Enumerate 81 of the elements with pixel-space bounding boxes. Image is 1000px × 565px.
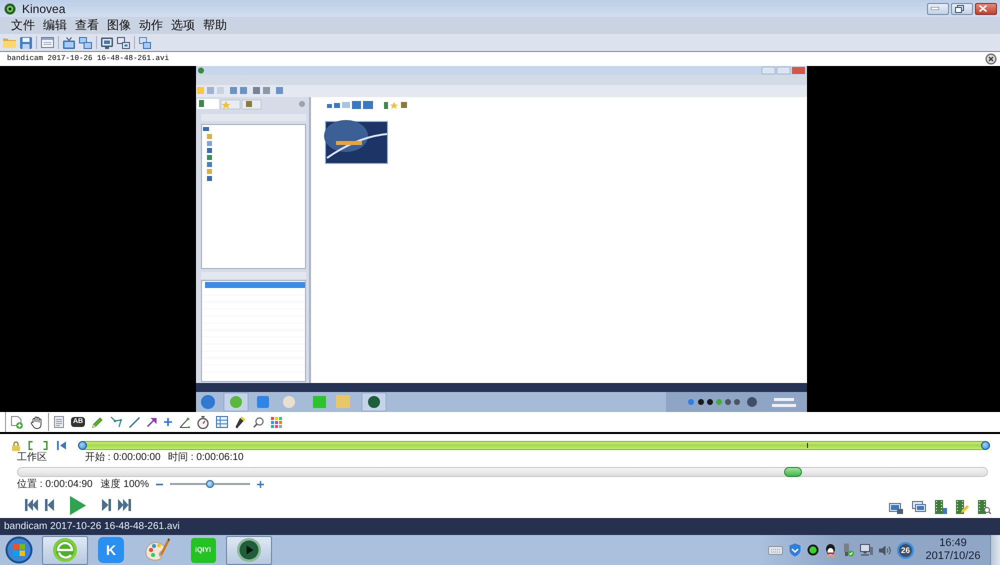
position-slider[interactable] [17,466,988,476]
minimize-button[interactable] [927,2,949,14]
hand-icon[interactable] [30,416,43,428]
arrow-icon[interactable] [147,417,158,427]
film-magnifier-icon[interactable] [978,500,991,514]
lock-icon[interactable] [12,440,20,450]
speed-label: 速度 100% [100,478,149,490]
restore-button[interactable] [951,2,973,14]
network-icon[interactable] [860,544,873,556]
minimize-icon [931,7,939,10]
color-grid-icon[interactable] [271,416,282,428]
menu-item[interactable]: 查看 [71,18,103,33]
pencil-icon[interactable] [92,416,104,428]
plus-icon[interactable] [256,480,264,488]
menu-item[interactable]: 文件 [7,18,39,33]
volume-icon[interactable] [879,544,891,556]
penguin-icon[interactable] [825,544,836,556]
two-screens-picture-icon[interactable] [117,36,130,48]
usb-device-icon[interactable] [842,543,854,557]
skip-last-icon[interactable] [118,499,131,511]
duration-time: 时间 : 0:00:06:10 [168,452,244,463]
angle-icon[interactable] [179,416,190,428]
skip-first-icon[interactable] [25,499,38,511]
start-button[interactable] [5,536,33,564]
step-back-icon[interactable] [45,499,54,511]
pictures-save-icon[interactable] [912,500,926,514]
film-pencil-icon[interactable] [956,500,969,514]
film-save-icon[interactable] [935,500,947,514]
start-handle[interactable] [78,441,87,450]
screen-picture-icon[interactable] [101,36,113,48]
ring-dot-icon[interactable] [807,544,819,556]
grid-icon[interactable] [216,416,228,428]
end-bracket-icon[interactable] [43,441,48,450]
window-icon[interactable] [41,37,54,48]
minus-icon[interactable] [156,482,163,486]
taskbar-button[interactable] [226,536,272,564]
end-handle[interactable] [981,441,990,450]
step-forward-icon[interactable] [102,499,111,511]
working-zone-label: 工作区 [17,452,47,463]
menu-item[interactable]: 选项 [167,18,199,33]
speed-thumb[interactable] [206,480,214,488]
window-title: Kinovea [22,2,66,16]
menu-item[interactable]: 动作 [135,18,167,33]
stopwatch-icon[interactable] [197,416,210,428]
two-screens-icon[interactable] [79,36,92,48]
close-icon[interactable] [985,53,997,65]
stacked-screens-icon[interactable] [139,36,151,48]
restore-icon [954,4,964,12]
menu-item[interactable]: 图像 [103,18,135,33]
tv-icon[interactable] [63,36,75,48]
palette-icon [143,537,171,563]
play-icon[interactable] [70,496,86,514]
start-bracket-icon[interactable] [28,441,33,450]
start-time: 开始 : 0:00:00:00 [85,452,161,463]
play-circle-icon [236,537,262,563]
letter-logo: K [98,537,124,563]
menu-item[interactable]: 编辑 [39,18,71,33]
save-icon[interactable] [20,36,32,48]
position-thumb[interactable] [784,466,802,476]
position-marker [807,443,808,448]
shield-icon[interactable] [789,543,801,557]
flashlight-icon[interactable] [235,416,246,428]
page-plus-icon[interactable] [11,416,23,428]
show-desktop-button[interactable] [990,535,1000,565]
clock-date: 2017/10/26 [925,550,981,563]
status-text: bandicam 2017-10-26 16-48-48-261.avi [4,521,180,532]
close-icon [979,5,987,12]
menu-item[interactable]: 帮助 [199,18,231,33]
app-icon [4,2,16,14]
browser-icon [52,537,78,563]
line-icon[interactable] [129,416,140,428]
close-button[interactable] [975,2,997,14]
cross-icon[interactable] [164,418,172,426]
search-icon[interactable] [253,416,264,428]
position-time: 位置 : 0:00:04:90 [17,478,93,490]
skip-start-icon[interactable] [57,441,66,450]
clock-time: 16:49 [939,537,967,550]
polyline-icon[interactable] [110,416,122,428]
picture-save-icon[interactable] [889,500,903,514]
counter-badge[interactable]: 26 [897,542,914,558]
note-icon[interactable] [54,416,64,428]
